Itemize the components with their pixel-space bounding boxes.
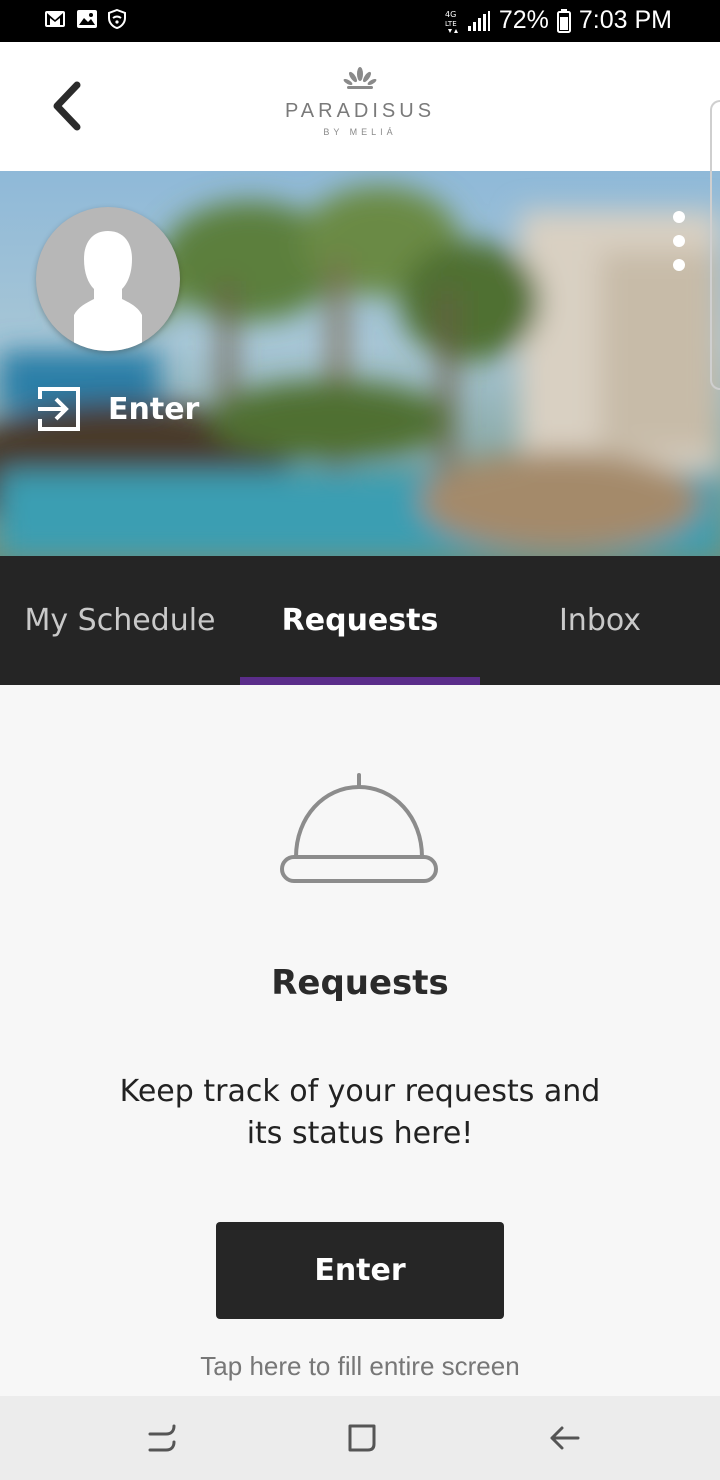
clock: 7:03 PM: [578, 6, 672, 34]
hero-enter-button[interactable]: Enter: [36, 385, 199, 433]
user-silhouette-icon: [74, 231, 142, 351]
svg-text:4G: 4G: [445, 10, 456, 19]
enter-button[interactable]: Enter: [216, 1222, 504, 1319]
home-icon: [348, 1424, 376, 1452]
lte-icon: 4G LTE: [445, 8, 459, 34]
battery-icon: [556, 8, 571, 33]
system-nav-bar: [0, 1396, 720, 1480]
requests-title: Requests: [271, 963, 449, 1003]
logo-flower-icon: [343, 67, 377, 89]
tab-my-schedule[interactable]: My Schedule: [0, 556, 240, 685]
status-bar: 4G LTE 72% 7:03 PM: [0, 0, 720, 42]
gallery-icon: [76, 9, 98, 29]
svg-text:LTE: LTE: [445, 20, 457, 28]
tab-inbox[interactable]: Inbox: [480, 556, 720, 685]
more-dot: [673, 259, 685, 271]
app-header: PARADISUS BY MELIÁ: [0, 42, 720, 171]
shield-wifi-icon: [108, 9, 126, 29]
hero-enter-label: Enter: [108, 391, 200, 427]
profile-hero: Enter: [0, 171, 720, 556]
service-bell-icon: [280, 773, 438, 883]
battery-percent: 72%: [498, 6, 549, 34]
chevron-left-icon: [53, 81, 81, 131]
brand-name: PARADISUS: [284, 100, 436, 122]
system-status: 4G LTE 72% 7:03 PM: [445, 6, 672, 35]
signal-icon: [467, 10, 491, 32]
more-options-button[interactable]: [664, 211, 694, 271]
more-dot: [673, 211, 685, 223]
gmail-icon: [44, 10, 66, 28]
edge-panel-handle[interactable]: [710, 100, 720, 390]
recent-apps-button[interactable]: [140, 1416, 184, 1460]
requests-description: Keep track of your requests and its stat…: [119, 1074, 601, 1151]
login-icon: [38, 387, 80, 431]
tab-bar: My Schedule Requests Inbox: [0, 556, 720, 685]
brand-logo: PARADISUS BY MELIÁ: [260, 66, 460, 156]
brand-subtitle: BY MELIÁ: [323, 127, 397, 137]
more-dot: [673, 235, 685, 247]
back-button[interactable]: [36, 70, 96, 142]
notification-icons: [44, 9, 126, 29]
tab-requests[interactable]: Requests: [240, 556, 480, 685]
avatar[interactable]: [36, 207, 180, 351]
home-button[interactable]: [340, 1416, 384, 1460]
fill-screen-hint[interactable]: Tap here to fill entire screen: [0, 1351, 720, 1382]
back-arrow-icon: [550, 1426, 580, 1450]
back-nav-button[interactable]: [542, 1416, 586, 1460]
requests-panel: Requests Keep track of your requests and…: [0, 685, 720, 1396]
recent-apps-icon: [148, 1424, 176, 1452]
